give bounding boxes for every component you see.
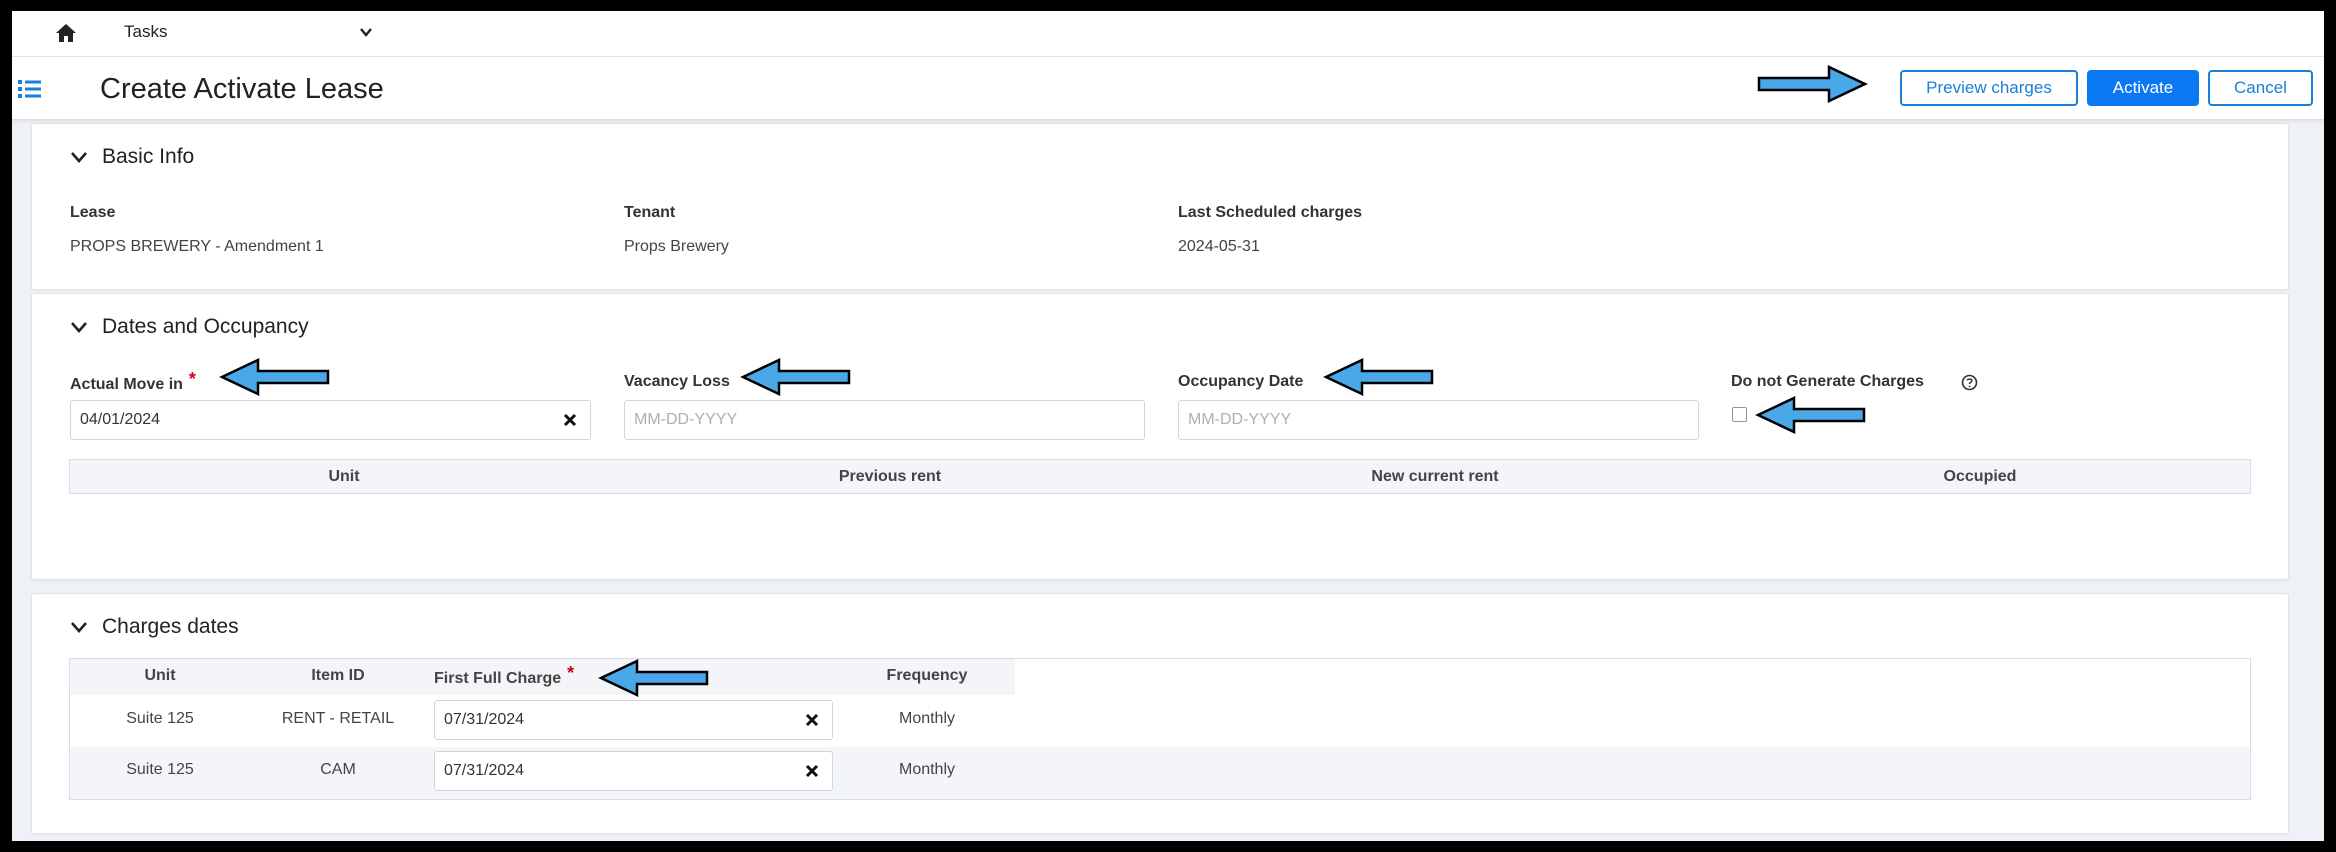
basic-info-card: Basic Info Lease PROPS BREWERY - Amendme… xyxy=(31,123,2289,290)
first-full-charge-input[interactable]: 07/31/2024 xyxy=(434,700,833,740)
occupancy-date-placeholder: MM-DD-YYYY xyxy=(1188,411,1292,428)
occupancy-date-input[interactable]: MM-DD-YYYY xyxy=(1178,400,1699,440)
vacancy-loss-input[interactable]: MM-DD-YYYY xyxy=(624,400,1145,440)
actual-move-in-input[interactable]: 04/01/2024 xyxy=(70,400,591,440)
occupancy-table-header: Unit Previous rent New current rent Occu… xyxy=(69,459,2251,494)
section-title: Basic Info xyxy=(102,145,195,168)
column-header-new-current-rent[interactable]: New current rent xyxy=(1371,468,1498,486)
actual-move-in-value: 04/01/2024 xyxy=(80,411,161,428)
home-icon[interactable] xyxy=(55,23,77,43)
tenant-value: Props Brewery xyxy=(624,238,729,255)
row-frequency: Monthly xyxy=(898,761,956,778)
basic-info-section-toggle[interactable]: Basic Info xyxy=(70,145,194,169)
required-marker: * xyxy=(567,663,575,683)
do-not-generate-charges-checkbox[interactable] xyxy=(1732,407,1747,422)
close-icon[interactable] xyxy=(562,412,578,428)
column-header-frequency[interactable]: Frequency xyxy=(887,667,968,685)
question-circle-icon[interactable] xyxy=(1961,374,1978,391)
column-header-occupied[interactable]: Occupied xyxy=(1944,468,2017,486)
chevron-down-icon xyxy=(71,622,87,633)
charges-dates-section-toggle[interactable]: Charges dates xyxy=(70,615,239,639)
charges-table: Unit Item ID First Full Charge * Frequenc… xyxy=(69,658,2251,800)
preview-charges-button[interactable]: Preview charges xyxy=(1900,70,2078,106)
lease-label: Lease xyxy=(70,204,116,221)
vacancy-loss-placeholder: MM-DD-YYYY xyxy=(634,411,738,428)
actual-move-in-label-text: Actual Move in xyxy=(70,376,183,393)
section-title: Dates and Occupancy xyxy=(102,315,309,338)
chevron-down-icon xyxy=(71,152,87,163)
annotation-arrow-icon xyxy=(1755,396,1866,434)
cancel-button[interactable]: Cancel xyxy=(2208,70,2313,106)
dates-occupancy-section-toggle[interactable]: Dates and Occupancy xyxy=(70,315,309,339)
actual-move-in-label: Actual Move in * xyxy=(70,369,196,394)
annotation-arrow-icon xyxy=(219,358,330,396)
chevron-down-icon[interactable] xyxy=(359,25,373,39)
page-title: Create Activate Lease xyxy=(100,73,384,105)
row-unit: Suite 125 xyxy=(126,710,194,727)
first-full-charge-value: 07/31/2024 xyxy=(444,762,525,779)
row-item-id: RENT - RETAIL xyxy=(281,710,395,727)
annotation-arrow-icon xyxy=(740,358,851,396)
row-unit: Suite 125 xyxy=(126,761,194,778)
column-header-unit[interactable]: Unit xyxy=(144,667,175,685)
do-not-generate-charges-label: Do not Generate Charges xyxy=(1731,373,1924,390)
column-header-unit[interactable]: Unit xyxy=(328,468,359,486)
first-full-charge-input[interactable]: 07/31/2024 xyxy=(434,751,833,791)
last-scheduled-charges-label: Last Scheduled charges xyxy=(1178,204,1363,221)
list-icon[interactable] xyxy=(17,78,43,100)
row-item-id: CAM xyxy=(320,761,356,778)
occupancy-date-label: Occupancy Date xyxy=(1178,373,1304,390)
annotation-arrow-icon xyxy=(1323,358,1434,396)
annotation-arrow-icon xyxy=(598,659,709,697)
dates-occupancy-card: Dates and Occupancy Actual Move in * 04/0… xyxy=(31,293,2289,580)
column-header-previous-rent[interactable]: Previous rent xyxy=(839,468,941,486)
column-header-item-id[interactable]: Item ID xyxy=(311,667,364,685)
vacancy-loss-label: Vacancy Loss xyxy=(624,373,730,390)
annotation-arrow-icon xyxy=(1757,65,1868,103)
tenant-label: Tenant xyxy=(624,204,676,221)
table-row: Suite 125 RENT - RETAIL 07/31/2024 Month… xyxy=(70,695,2250,748)
chevron-down-icon xyxy=(71,322,87,333)
charges-dates-card: Charges dates Unit Item ID First Full Ch… xyxy=(31,593,2289,834)
close-icon[interactable] xyxy=(804,712,820,728)
charges-table-header: Unit Item ID First Full Charge * Frequenc… xyxy=(70,659,1015,696)
page-header: Create Activate Lease Preview charges Ac… xyxy=(12,57,2324,120)
top-nav: Tasks xyxy=(12,11,2324,57)
last-scheduled-charges-value: 2024-05-31 xyxy=(1178,238,1260,255)
app-frame: Tasks Create Activate Lease Preview char… xyxy=(12,11,2324,841)
section-title: Charges dates xyxy=(102,615,239,638)
column-header-first-full-charge[interactable]: First Full Charge * xyxy=(434,663,574,688)
row-frequency: Monthly xyxy=(898,710,956,727)
close-icon[interactable] xyxy=(804,763,820,779)
first-full-charge-value: 07/31/2024 xyxy=(444,711,525,728)
tasks-dropdown-label[interactable]: Tasks xyxy=(124,22,167,42)
table-row: Suite 125 CAM 07/31/2024 Monthly xyxy=(70,747,2250,799)
required-marker: * xyxy=(188,369,196,389)
activate-button[interactable]: Activate xyxy=(2087,70,2199,106)
lease-value: PROPS BREWERY - Amendment 1 xyxy=(70,238,324,255)
column-header-first-full-charge-text: First Full Charge xyxy=(434,670,562,687)
